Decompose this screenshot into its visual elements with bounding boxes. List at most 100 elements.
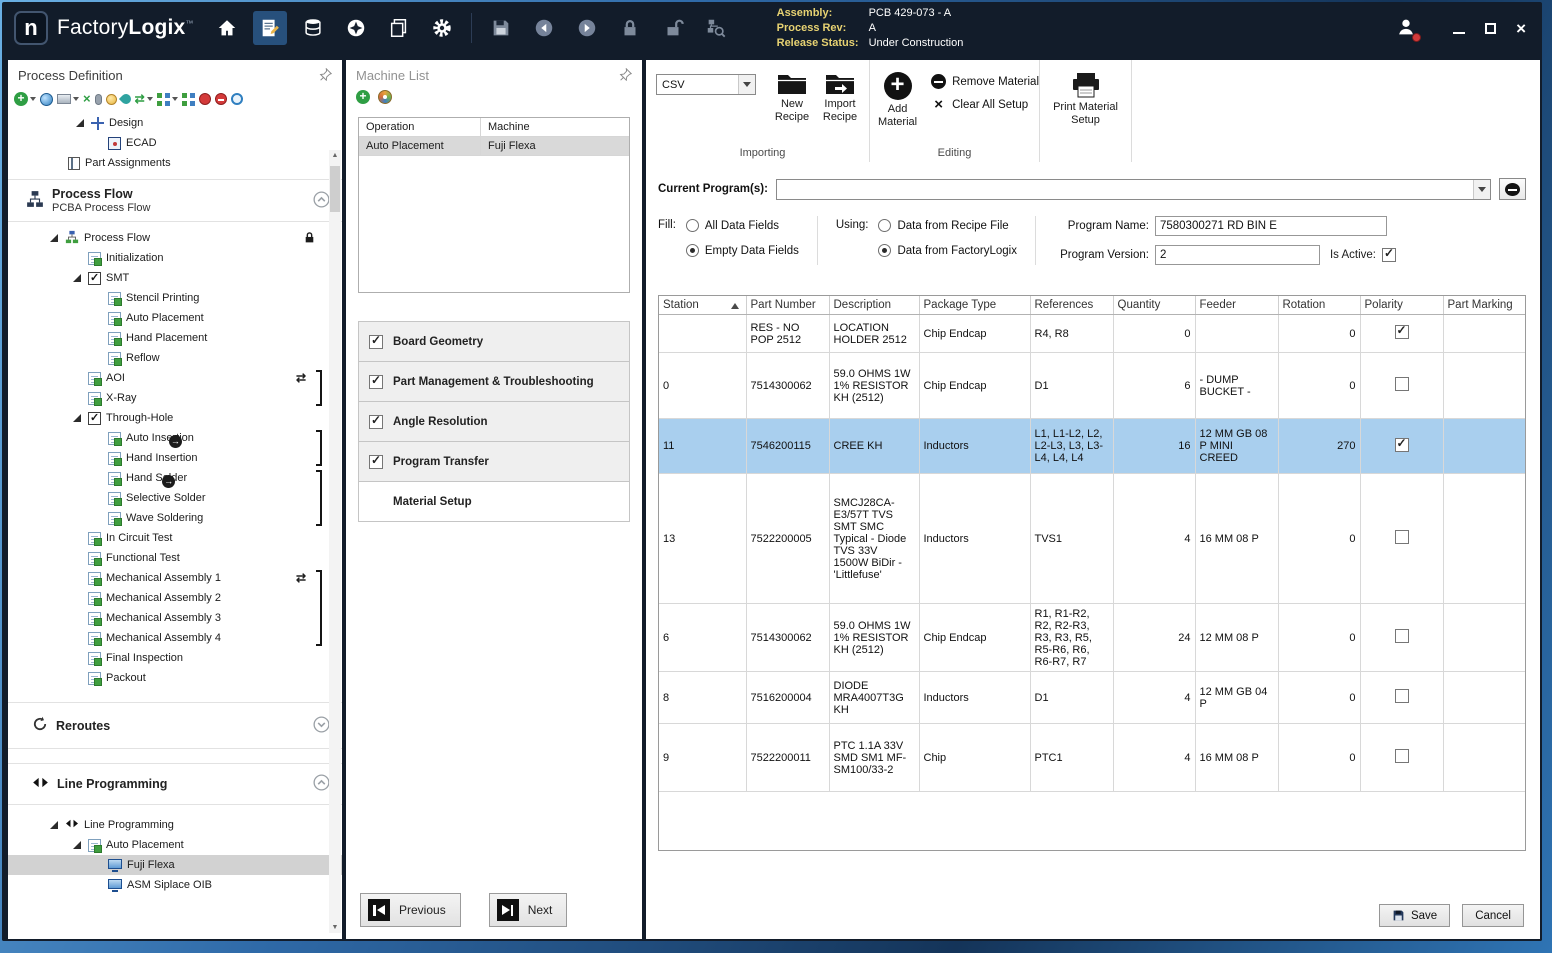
pin-icon[interactable] xyxy=(319,68,332,84)
column-header-quantity[interactable]: Quantity xyxy=(1113,296,1195,315)
user-session-icon[interactable] xyxy=(1395,16,1417,41)
table-row[interactable]: 6751430006259.0 OHMS 1W 1% RESISTOR KH (… xyxy=(659,604,1525,672)
navigator-icon[interactable] xyxy=(339,11,373,45)
expander-icon[interactable] xyxy=(71,839,83,851)
column-header-feeder[interactable]: Feeder xyxy=(1195,296,1278,315)
record-icon[interactable] xyxy=(199,91,211,107)
back-icon[interactable] xyxy=(527,11,561,45)
expand-down-icon[interactable] xyxy=(313,716,330,736)
tree-item-functional-test[interactable]: Functional Test xyxy=(8,548,342,568)
polarity-checkbox[interactable] xyxy=(1395,438,1409,452)
expander-icon[interactable] xyxy=(71,272,83,284)
sync-icon[interactable] xyxy=(135,91,153,107)
tree-item-wave-soldering[interactable]: Wave Soldering xyxy=(8,508,342,528)
expander-icon[interactable] xyxy=(74,117,86,129)
process-definition-icon[interactable] xyxy=(253,11,287,45)
polarity-checkbox[interactable] xyxy=(1395,629,1409,643)
tree-view-alt-icon[interactable] xyxy=(182,91,195,107)
data-from-factorylogix-radio[interactable]: Data from FactoryLogix xyxy=(878,244,1017,257)
cancel-button[interactable]: Cancel xyxy=(1462,904,1524,927)
polarity-checkbox[interactable] xyxy=(1395,377,1409,391)
polarity-checkbox[interactable] xyxy=(1395,530,1409,544)
tree-item-aoi[interactable]: AOI xyxy=(8,368,342,388)
step-checkbox[interactable] xyxy=(369,375,383,389)
column-header-part-marking[interactable]: Part Marking xyxy=(1443,296,1525,315)
machine-settings-icon[interactable] xyxy=(378,89,392,105)
machine-table-row[interactable]: Auto Placement Fuji Flexa xyxy=(359,137,629,156)
tree-item-final-inspection[interactable]: Final Inspection xyxy=(8,648,342,668)
add-material-button[interactable]: Add Material xyxy=(870,72,925,128)
tree-item-hand-insertion[interactable]: Hand Insertion xyxy=(8,448,342,468)
tree-view-icon[interactable] xyxy=(157,91,178,107)
tree-item-reflow[interactable]: Reflow xyxy=(8,348,342,368)
tree-item-line-auto-placement[interactable]: Auto Placement xyxy=(8,835,342,855)
tree-item-through-hole[interactable]: Through-Hole xyxy=(8,408,342,428)
close-button[interactable]: × xyxy=(1516,20,1526,37)
print-material-setup-button[interactable]: Print Material Setup xyxy=(1049,72,1123,126)
clear-all-setup-button[interactable]: Clear All Setup xyxy=(931,97,1039,112)
fill-all-data-fields-radio[interactable]: All Data Fields xyxy=(686,219,799,232)
tree-item-asm-siplace-oib[interactable]: ASM Siplace OIB xyxy=(8,875,342,895)
tree-item-initialization[interactable]: Initialization xyxy=(8,248,342,268)
tree-item-in-circuit-test[interactable]: In Circuit Test xyxy=(8,528,342,548)
tree-item-auto-insertion[interactable]: Auto Insertion xyxy=(8,428,342,448)
polarity-checkbox[interactable] xyxy=(1395,749,1409,763)
tree-item-x-ray[interactable]: X-Ray xyxy=(8,388,342,408)
settings-gear-icon[interactable] xyxy=(425,11,459,45)
tree-item-ecad[interactable]: ECAD xyxy=(8,133,342,153)
scroll-up-icon[interactable]: ▲ xyxy=(329,152,341,159)
tree-item-mechanical-assembly-4[interactable]: Mechanical Assembly 4 xyxy=(8,628,342,648)
polarity-checkbox[interactable] xyxy=(1395,689,1409,703)
tree-item-part-assignments[interactable]: Part Assignments xyxy=(8,153,342,173)
tree-item-hand-placement[interactable]: Hand Placement xyxy=(8,328,342,348)
table-row[interactable]: 97522200011PTC 1.1A 33V SMD SM1 MF-SM100… xyxy=(659,724,1525,792)
table-row[interactable]: 0751430006259.0 OHMS 1W 1% RESISTOR KH (… xyxy=(659,353,1525,419)
current-programs-select[interactable] xyxy=(776,179,1491,200)
step-part-management[interactable]: Part Management & Troubleshooting xyxy=(358,362,630,402)
pin-icon[interactable] xyxy=(619,68,632,84)
column-header-references[interactable]: References xyxy=(1030,296,1113,315)
tree-item-auto-placement[interactable]: Auto Placement xyxy=(8,308,342,328)
program-name-input[interactable] xyxy=(1155,216,1387,236)
tree-item-packout[interactable]: Packout xyxy=(8,668,342,688)
fill-empty-data-fields-radio[interactable]: Empty Data Fields xyxy=(686,244,799,257)
print-icon[interactable] xyxy=(57,91,79,107)
save-button[interactable]: Save xyxy=(1379,904,1450,927)
lock-icon[interactable] xyxy=(613,11,647,45)
tree-item-process-flow[interactable]: Process Flow xyxy=(8,228,342,248)
alert-icon[interactable] xyxy=(106,91,117,107)
forward-icon[interactable] xyxy=(570,11,604,45)
tree-item-smt[interactable]: SMT xyxy=(8,268,342,288)
tree-item-line-programming[interactable]: Line Programming xyxy=(8,815,342,835)
scrollbar-vertical[interactable]: ▲ ▼ xyxy=(329,150,341,933)
expander-icon[interactable] xyxy=(48,232,60,244)
data-from-recipe-file-radio[interactable]: Data from Recipe File xyxy=(878,219,1017,232)
polarity-checkbox[interactable] xyxy=(1395,325,1409,339)
database-icon[interactable] xyxy=(296,11,330,45)
tree-item-mechanical-assembly-1[interactable]: Mechanical Assembly 1 xyxy=(8,568,342,588)
step-checkbox[interactable] xyxy=(369,455,383,469)
save-icon[interactable] xyxy=(484,11,518,45)
documents-icon[interactable] xyxy=(382,11,416,45)
step-board-geometry[interactable]: Board Geometry xyxy=(358,322,630,362)
column-header-description[interactable]: Description xyxy=(829,296,919,315)
expander-icon[interactable] xyxy=(71,412,83,424)
tree-item-mechanical-assembly-3[interactable]: Mechanical Assembly 3 xyxy=(8,608,342,628)
tree-item-selective-solder[interactable]: Selective Solder xyxy=(8,488,342,508)
column-header-polarity[interactable]: Polarity xyxy=(1360,296,1443,315)
process-search-icon[interactable] xyxy=(699,11,733,45)
reroutes-section-header[interactable]: Reroutes xyxy=(8,702,342,749)
expander-icon[interactable] xyxy=(48,819,60,831)
tree-item-hand-solder[interactable]: Hand Solder xyxy=(8,468,342,488)
previous-button[interactable]: Previous xyxy=(360,893,461,927)
program-version-input[interactable] xyxy=(1155,245,1320,265)
collapse-up-icon[interactable] xyxy=(313,774,330,794)
remove-icon[interactable] xyxy=(215,91,227,107)
remove-program-button[interactable] xyxy=(1499,178,1526,200)
next-button[interactable]: Next xyxy=(489,893,568,927)
tree-item-design[interactable]: Design xyxy=(8,113,342,133)
table-row[interactable]: 137522200005SMCJ28CA-E3/57T TVS SMT SMC … xyxy=(659,474,1525,604)
step-checkbox[interactable] xyxy=(369,415,383,429)
export-icon[interactable] xyxy=(40,91,53,107)
maximize-button[interactable] xyxy=(1485,23,1496,34)
